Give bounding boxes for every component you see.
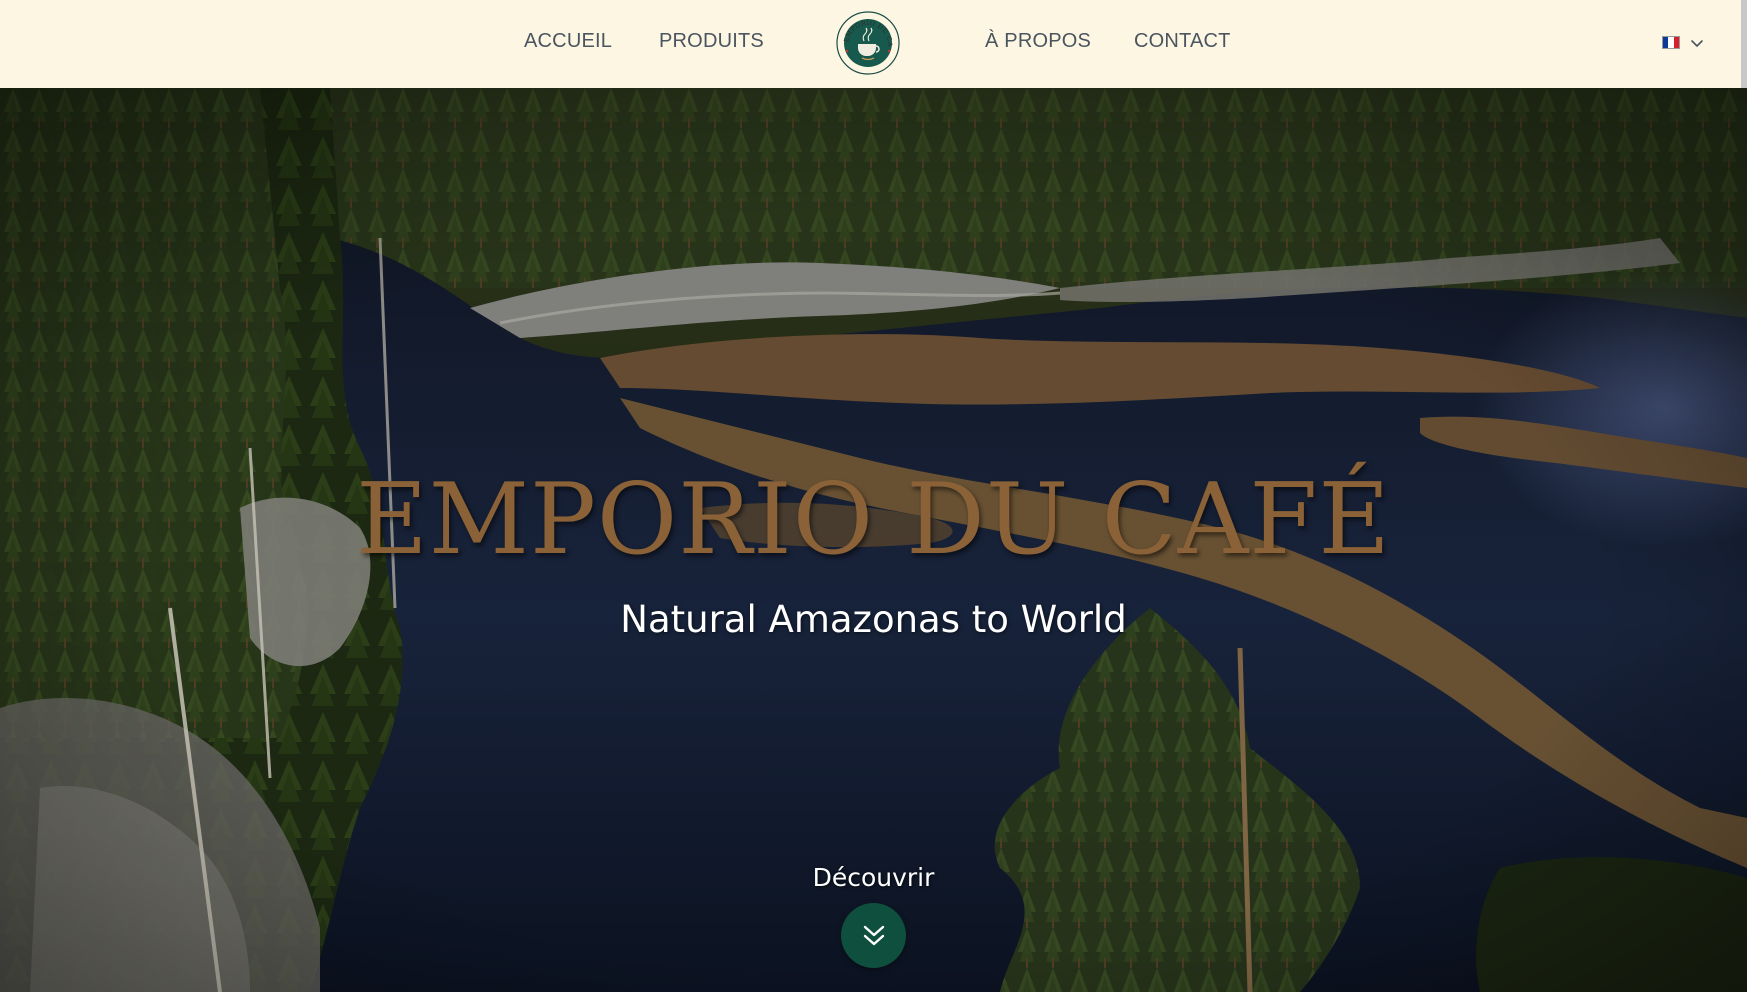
language-selector[interactable] xyxy=(1662,34,1706,52)
page-scrollbar[interactable] xyxy=(1741,0,1747,88)
discover-label[interactable]: Découvrir xyxy=(0,863,1747,892)
nav-link-contact[interactable]: CONTACT xyxy=(1134,30,1231,53)
top-navbar: ACCUEIL PRODUITS EMPORIO DU CAFÉ À PROPO… xyxy=(0,0,1747,88)
chevron-down-icon xyxy=(1691,40,1703,47)
nav-link-produits[interactable]: PRODUITS xyxy=(659,30,764,53)
emporio-logo-icon[interactable]: EMPORIO DU CAFÉ xyxy=(834,5,900,75)
french-flag-icon xyxy=(1662,36,1680,49)
hero-title: EMPORIO DU CAFÉ xyxy=(356,463,1391,577)
logo-graphic: EMPORIO DU CAFÉ xyxy=(834,5,900,75)
double-chevron-down-icon xyxy=(863,925,884,945)
hero-subtitle: Natural Amazonas to World xyxy=(620,598,1127,641)
hero-section: EMPORIO DU CAFÉ Natural Amazonas to Worl… xyxy=(0,88,1747,992)
discover-scroll-button[interactable] xyxy=(841,903,906,968)
nav-link-accueil[interactable]: ACCUEIL xyxy=(524,30,612,53)
nav-link-a-propos[interactable]: À PROPOS xyxy=(985,30,1091,53)
